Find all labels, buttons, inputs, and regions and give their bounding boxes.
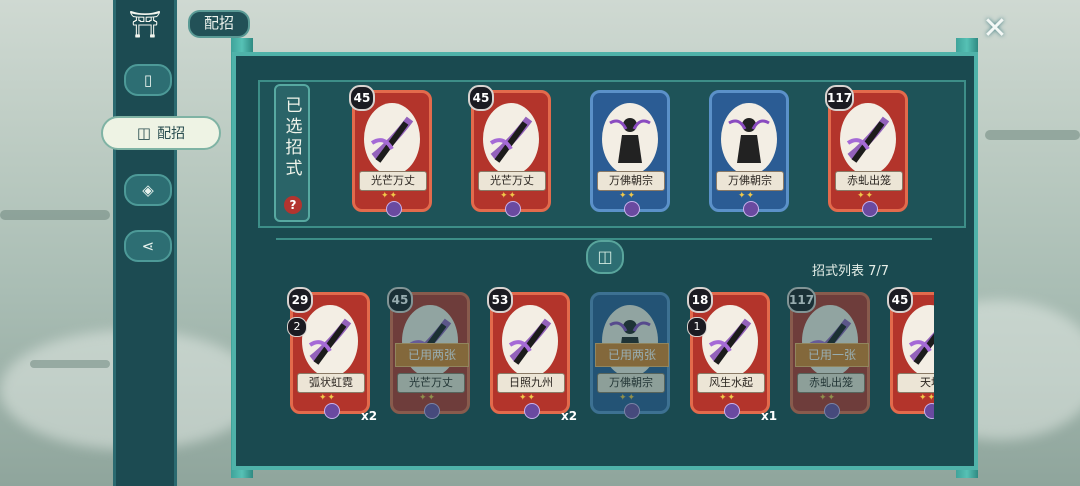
move-card[interactable]: 日照九州 ✦✦ 53 x2 [487,287,577,423]
card-cost: 29 [287,287,313,313]
star-icon: ✦✦ [519,393,537,403]
move-card[interactable]: 万佛朝宗 ✦✦ [590,90,670,217]
nav-emblem-button[interactable]: ◈ [124,174,172,206]
close-icon[interactable]: ✕ [978,12,1012,46]
move-card[interactable]: 天地✦✦ 45 [887,287,934,419]
card-cost: 53 [487,287,513,313]
card-cost: 117 [787,287,817,313]
move-card[interactable]: 万佛朝宗 ✦✦ 已用两张 [590,292,670,419]
move-card[interactable]: 光芒万丈 ✦✦ 45 [468,85,551,217]
card-art [502,305,558,377]
card-name: 赤虬出笼 [797,373,865,393]
card-multiplier: x1 [761,409,778,423]
card-name: 万佛朝宗 [597,171,665,191]
star-icon: ✦✦ [319,393,337,403]
element-gem-icon [862,201,878,217]
element-gem-icon [824,403,840,419]
card-level: 1 [687,317,707,337]
used-status-tag: 已用两张 [395,343,469,367]
element-gem-icon [505,201,521,217]
background-tree [30,360,110,368]
star-icon: ✦✦ [919,393,934,403]
star-icon: ✦✦ [500,191,518,201]
card-cost: 45 [349,85,375,111]
move-card[interactable]: 光芒万丈 ✦✦ 45 已用两张 [387,287,470,419]
star-icon: ✦✦ [738,191,756,201]
move-card[interactable]: 赤虬出笼 ✦✦ 117 已用一张 [787,287,870,419]
card-cost: 45 [468,85,494,111]
card-art [902,305,934,377]
element-gem-icon [624,403,640,419]
card-cost: 45 [387,287,413,313]
move-card[interactable]: 万佛朝宗 ✦✦ [709,90,789,217]
background-tree [0,210,110,220]
element-gem-icon [424,403,440,419]
pavilion-icon[interactable]: ⛩ [128,8,162,42]
cards-icon: ◫ [136,124,152,142]
card-cost: 45 [887,287,913,313]
nav-item-active[interactable]: ◫ 配招 [101,116,221,150]
move-card[interactable]: 弧状虹霓 ✦✦ 29 2 x2 [287,287,377,423]
card-name: 万佛朝宗 [716,171,784,191]
element-gem-icon [624,201,640,217]
card-name: 赤虬出笼 [835,171,903,191]
card-cost: 117 [825,85,855,111]
move-list: 弧状虹霓 ✦✦ 29 2 x2 光芒万丈 ✦✦ 45 已用两张 日照九州 ✦✦ 53 x2 万佛朝宗 ✦✦ 已… [258,276,934,446]
star-icon: ✦✦ [819,393,837,403]
card-cost: 18 [687,287,713,313]
star-icon: ✦✦ [619,191,637,201]
card-name: 光芒万丈 [359,171,427,191]
element-gem-icon [724,403,740,419]
move-card[interactable]: 光芒万丈 ✦✦ 45 [349,85,432,217]
card-art [483,103,539,175]
move-card[interactable]: 风生水起 ✦✦ 18 1 x1 [687,287,777,423]
element-gem-icon [924,403,934,419]
help-icon[interactable]: ? [284,196,302,214]
card-art [702,305,758,377]
card-name: 日照九州 [497,373,565,393]
card-name: 光芒万丈 [397,373,465,393]
element-gem-icon [324,403,340,419]
element-gem-icon [386,201,402,217]
card-name: 光芒万丈 [478,171,546,191]
side-navigation: ▯ ◈ ⋖ [113,0,177,486]
move-card[interactable]: 赤虬出笼 ✦✦ 117 [825,85,908,217]
element-gem-icon [743,201,759,217]
card-name: 天地 [897,373,934,393]
nav-card-button[interactable]: ▯ [124,64,172,96]
star-icon: ✦✦ [619,393,637,403]
card-art [840,103,896,175]
used-status-tag: 已用两张 [595,343,669,367]
card-icon: ▯ [143,71,153,89]
used-status-tag: 已用一张 [795,343,869,367]
card-art [602,103,658,175]
nav-active-label: 配招 [157,126,186,142]
card-level: 2 [287,317,307,337]
card-name: 弧状虹霓 [297,373,365,393]
cards-toggle-icon[interactable]: ◫ [586,240,624,274]
card-art [721,103,777,175]
star-icon: ✦✦ [719,393,737,403]
card-name: 风生水起 [697,373,765,393]
emblem-icon: ◈ [142,181,154,199]
background-tree [985,130,1080,140]
card-art [364,103,420,175]
card-multiplier: x2 [561,409,578,423]
element-gem-icon [524,403,540,419]
star-icon: ✦✦ [419,393,437,403]
share-icon: ⋖ [141,237,155,255]
card-art [302,305,358,377]
card-name: 万佛朝宗 [597,373,665,393]
page-title: 配招 [188,10,251,38]
star-icon: ✦✦ [381,191,399,201]
nav-share-button[interactable]: ⋖ [124,230,172,262]
card-multiplier: x2 [361,409,378,423]
star-icon: ✦✦ [857,191,875,201]
